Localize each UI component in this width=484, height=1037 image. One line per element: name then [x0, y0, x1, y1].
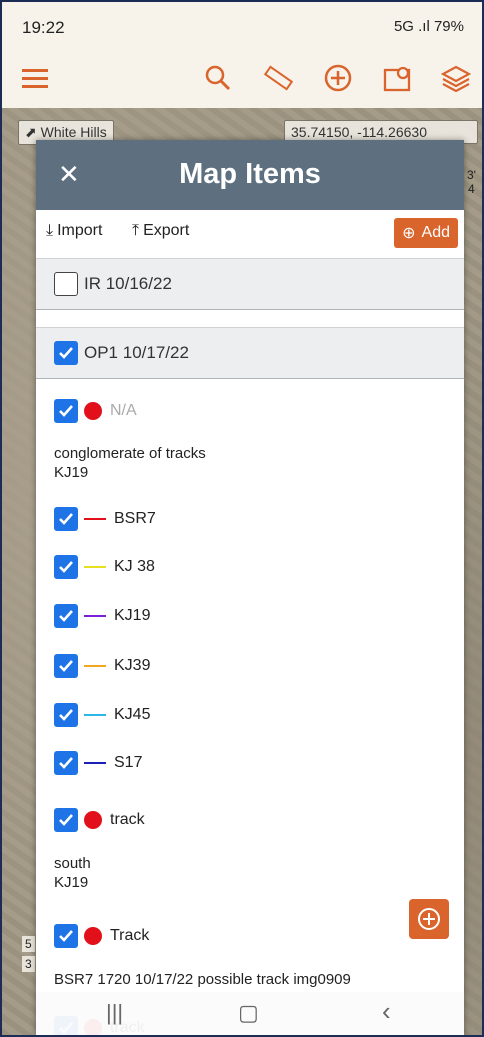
map-item-row[interactable]: KJ19 — [54, 601, 150, 631]
ruler-icon[interactable] — [258, 58, 298, 98]
plus-circle-icon — [418, 908, 440, 930]
item-checkbox[interactable] — [54, 703, 78, 727]
item-note: south KJ19 — [54, 854, 91, 892]
track-line-icon — [84, 714, 106, 716]
menu-icon[interactable] — [16, 58, 56, 98]
note-line: BSR7 1720 10/17/22 possible track img090… — [54, 971, 351, 988]
check-icon — [59, 405, 73, 417]
check-icon — [59, 709, 73, 721]
map-item-row[interactable]: KJ45 — [54, 700, 150, 730]
export-label: Export — [143, 222, 190, 239]
map-edge-label: 4 — [468, 182, 475, 196]
search-icon[interactable] — [198, 58, 238, 98]
check-icon — [59, 513, 73, 525]
item-label: Track — [110, 927, 150, 944]
track-line-icon — [84, 615, 106, 617]
map-edge-label: 5 — [22, 936, 35, 952]
status-time: 19:22 — [22, 18, 65, 37]
map-item-row[interactable]: N/A — [54, 396, 137, 426]
add-button[interactable]: ⊕ Add — [394, 218, 458, 248]
import-button[interactable]: ⤓ Import — [46, 222, 102, 240]
back-button[interactable]: ‹ — [382, 996, 391, 1027]
item-checkbox[interactable] — [54, 555, 78, 579]
check-icon — [59, 930, 73, 942]
group-checkbox[interactable] — [54, 341, 78, 365]
item-label: track — [110, 811, 145, 828]
map-item-row[interactable]: track — [54, 805, 145, 835]
group-label: OP1 10/17/22 — [84, 343, 189, 362]
check-icon — [59, 757, 73, 769]
point-marker-icon — [84, 927, 102, 945]
map-item-row[interactable]: S17 — [54, 748, 142, 778]
location-name: White Hills — [40, 124, 107, 140]
note-line: KJ19 — [54, 874, 89, 891]
map-toolbar — [2, 52, 482, 108]
download-icon: ⤓ — [46, 222, 54, 239]
group-label: IR 10/16/22 — [84, 274, 172, 293]
panel-title: Map Items — [179, 158, 321, 190]
item-label: KJ45 — [114, 706, 151, 723]
add-circle-icon[interactable] — [318, 58, 358, 98]
coordinates-text: 35.74150, -114.26630 — [291, 124, 427, 140]
recent-apps-button[interactable]: ||| — [106, 1000, 123, 1026]
track-line-icon — [84, 762, 106, 764]
home-button[interactable]: ▢ — [238, 1000, 259, 1026]
check-icon — [59, 660, 73, 672]
item-label: BSR7 — [114, 510, 156, 527]
item-label: KJ39 — [114, 657, 151, 674]
item-label: KJ 38 — [114, 558, 155, 575]
add-item-fab[interactable] — [409, 899, 449, 939]
track-line-icon — [84, 665, 106, 667]
item-label: N/A — [110, 402, 137, 419]
export-button[interactable]: ⤒ Export — [132, 222, 189, 240]
map-item-row[interactable]: KJ39 — [54, 651, 150, 681]
expand-icon: ⬈ — [25, 124, 37, 140]
item-checkbox[interactable] — [54, 654, 78, 678]
status-indicators: 5G .ıl 79% — [393, 18, 464, 35]
item-label: KJ19 — [114, 607, 151, 624]
map-pin-icon[interactable] — [378, 58, 418, 98]
note-line: south — [54, 855, 91, 872]
point-marker-icon — [84, 811, 102, 829]
check-icon — [59, 347, 73, 359]
item-checkbox[interactable] — [54, 808, 78, 832]
note-line: KJ19 — [54, 464, 89, 481]
group-row-op1[interactable]: OP1 10/17/22 — [36, 327, 464, 379]
map-item-row[interactable]: KJ 38 — [54, 552, 155, 582]
item-label: S17 — [114, 754, 143, 771]
add-label: Add — [421, 224, 450, 241]
check-icon — [59, 561, 73, 573]
layers-icon[interactable] — [436, 58, 476, 98]
map-edge-label: 3' — [467, 168, 476, 182]
map-edge-label: 3 — [22, 956, 35, 972]
item-checkbox[interactable] — [54, 751, 78, 775]
import-label: Import — [57, 222, 103, 239]
group-checkbox[interactable] — [54, 272, 78, 296]
map-item-row[interactable]: Track — [54, 921, 149, 951]
map-item-row[interactable]: BSR7 — [54, 504, 156, 534]
plus-circle-icon: ⊕ — [402, 225, 416, 242]
item-checkbox[interactable] — [54, 399, 78, 423]
system-nav-bar: ||| ▢ ‹ — [36, 992, 464, 1035]
item-note: conglomerate of tracks KJ19 — [54, 444, 206, 482]
track-line-icon — [84, 566, 106, 568]
app-frame: 19:22 5G .ıl 79% ⬈ White Hills 35.74150,… — [0, 0, 484, 1037]
note-line: conglomerate of tracks — [54, 445, 206, 462]
status-bar: 19:22 5G .ıl 79% — [2, 2, 482, 52]
upload-icon: ⤒ — [132, 222, 140, 239]
group-row-ir[interactable]: IR 10/16/22 — [36, 258, 464, 310]
point-marker-icon — [84, 402, 102, 420]
panel-header: ✕ Map Items — [36, 140, 464, 210]
track-line-icon — [84, 518, 106, 520]
check-icon — [59, 610, 73, 622]
item-checkbox[interactable] — [54, 924, 78, 948]
item-checkbox[interactable] — [54, 507, 78, 531]
item-checkbox[interactable] — [54, 604, 78, 628]
map-items-panel: ✕ Map Items ⤓ Import ⤒ Export ⊕ Add IR 1… — [36, 140, 464, 1035]
check-icon — [59, 814, 73, 826]
item-note: BSR7 1720 10/17/22 possible track img090… — [54, 970, 351, 989]
panel-actions: ⤓ Import ⤒ Export ⊕ Add — [36, 210, 464, 261]
